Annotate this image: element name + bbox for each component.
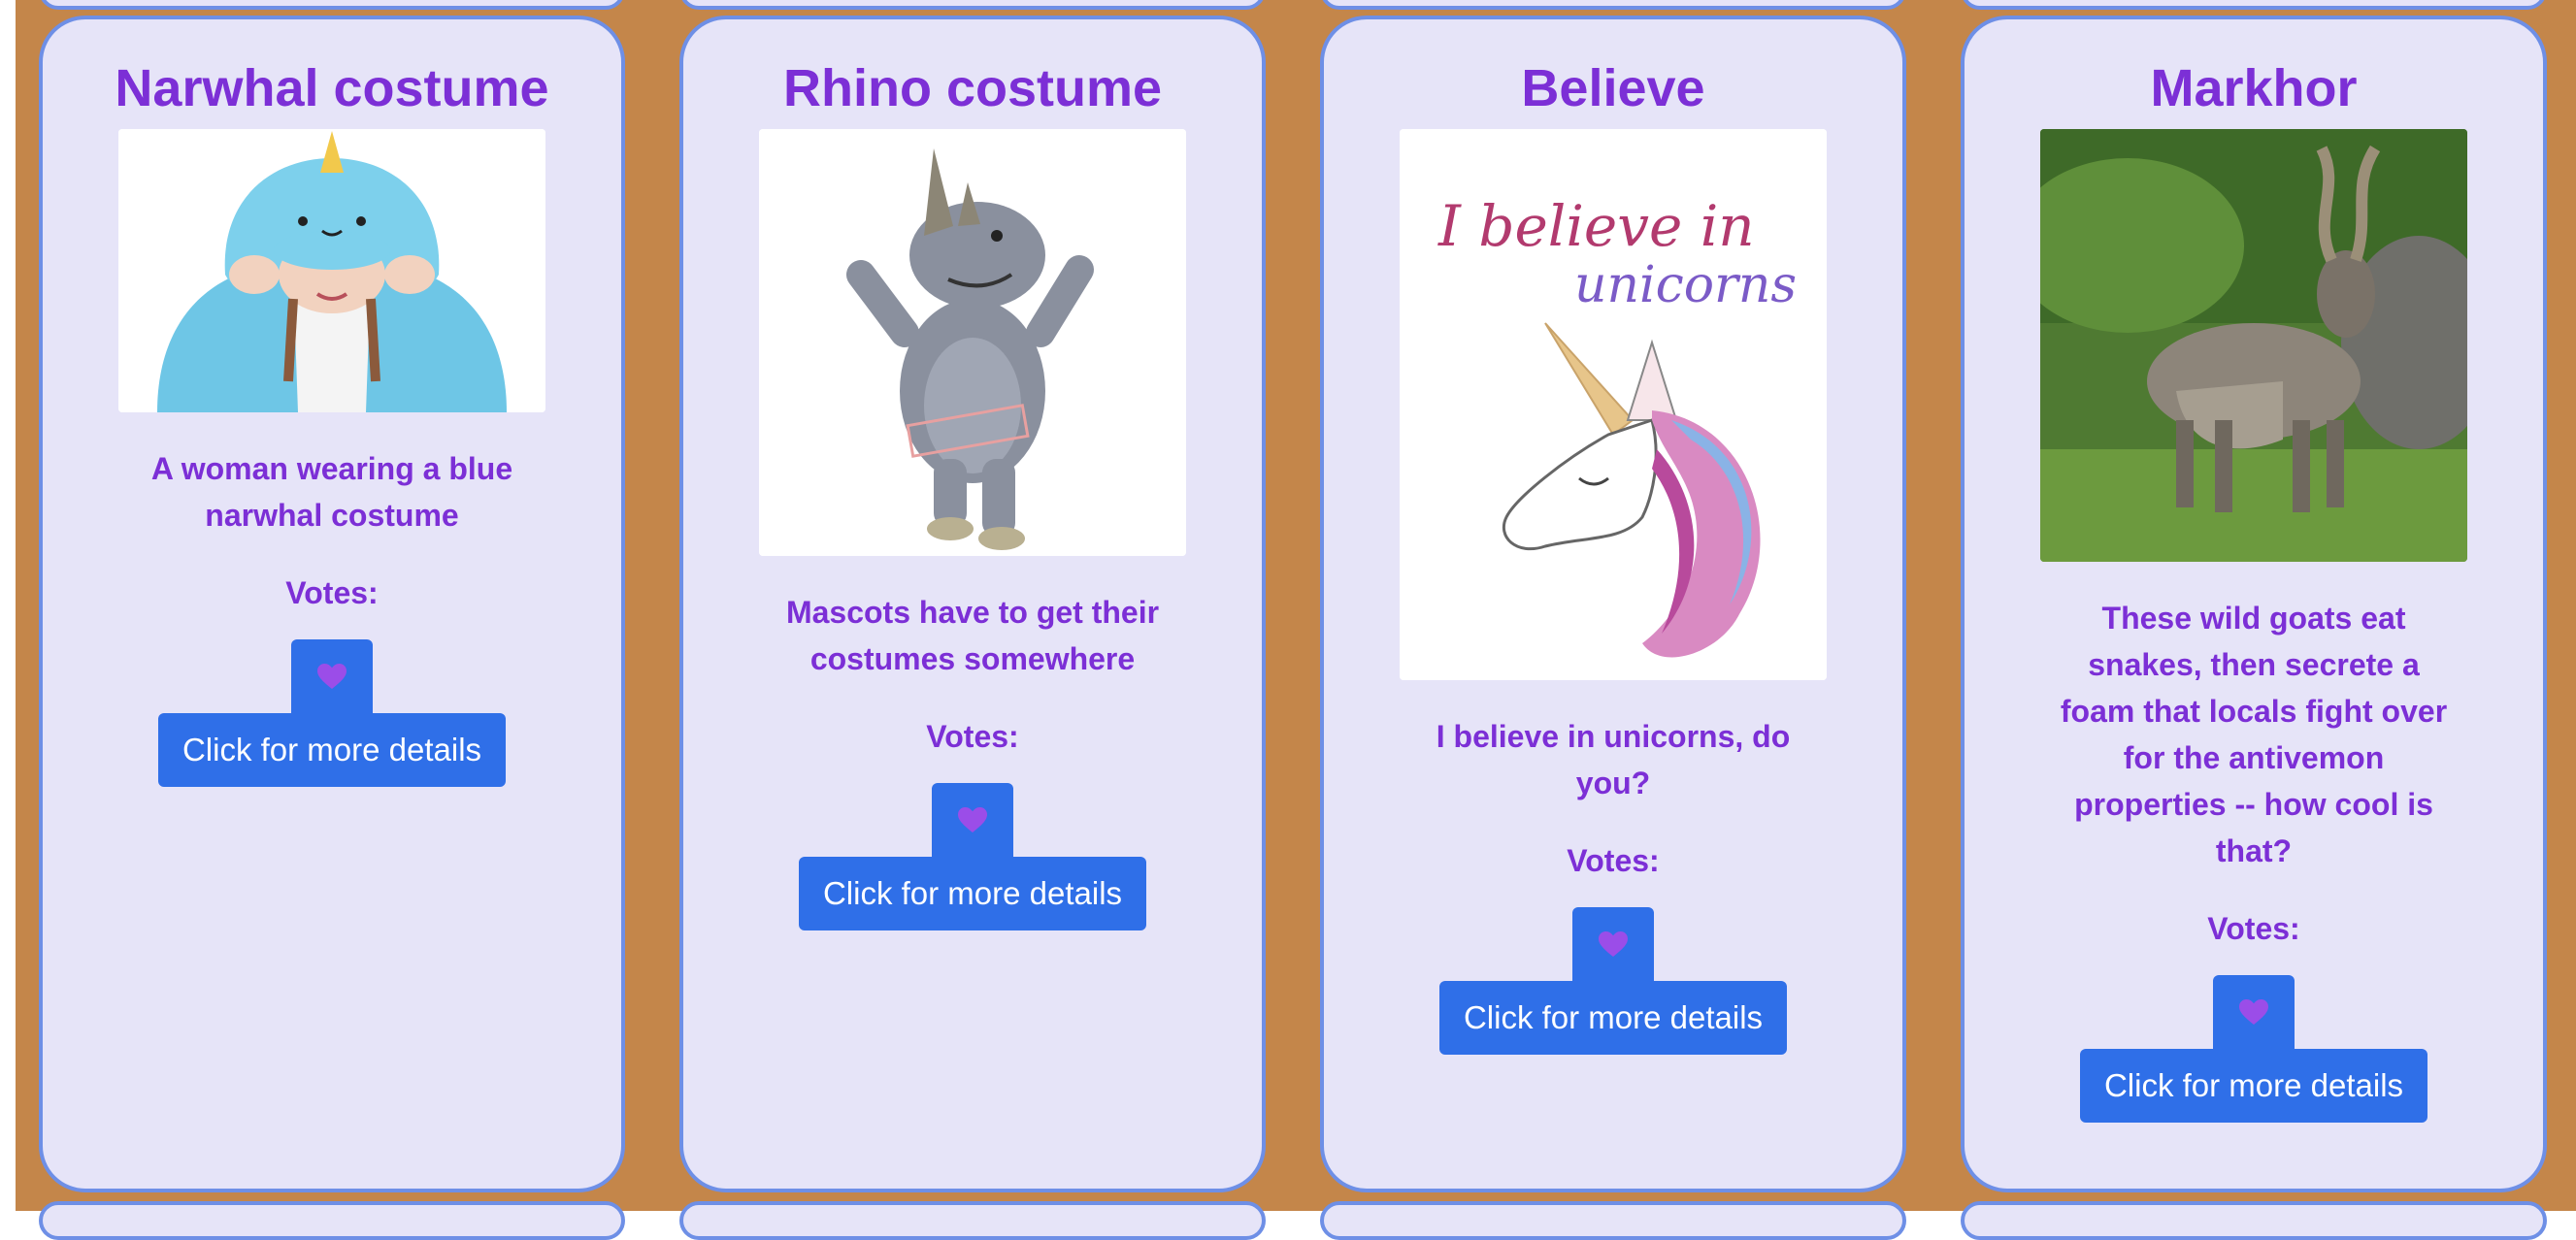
card-partial-bottom bbox=[1961, 1201, 2547, 1240]
card-description: Mascots have to get their costumes somew… bbox=[785, 595, 1160, 676]
card-believe: Believe I believe in unicorns I believe … bbox=[1320, 16, 1906, 1192]
card-rhino: Rhino costume Mascots have to get their … bbox=[679, 16, 1266, 1192]
card-partial-bottom bbox=[39, 1201, 625, 1240]
svg-text:I believe in: I believe in bbox=[1437, 193, 1755, 259]
card-description: A woman wearing a blue narwhal costume bbox=[150, 451, 513, 533]
card-description: I believe in unicorns, do you? bbox=[1436, 719, 1791, 800]
markhor-goat-photo bbox=[2040, 129, 2467, 562]
purple-heart-icon bbox=[317, 664, 347, 689]
card-title: Narwhal costume bbox=[115, 59, 549, 117]
card-title: Markhor bbox=[2150, 59, 2358, 117]
card-markhor: Markhor These wild goats eat snakes, the… bbox=[1961, 16, 2547, 1192]
votes-label: Votes: bbox=[2207, 911, 2300, 946]
details-button[interactable]: Click for more details bbox=[799, 857, 1146, 930]
vote-button[interactable] bbox=[2213, 975, 2295, 1049]
votes-label: Votes: bbox=[285, 575, 379, 610]
purple-heart-icon bbox=[958, 807, 987, 832]
details-button[interactable]: Click for more details bbox=[158, 713, 506, 787]
narwhal-costume-photo bbox=[118, 129, 545, 412]
gallery-board: Narwhal costume A woman wearing a blue n… bbox=[16, 0, 2576, 1240]
card-title: Rhino costume bbox=[782, 59, 1163, 117]
card-partial-bottom bbox=[1320, 1201, 1906, 1240]
vote-button[interactable] bbox=[291, 639, 373, 713]
card-partial-bottom bbox=[679, 1201, 1266, 1240]
vote-button[interactable] bbox=[932, 783, 1013, 857]
purple-heart-icon bbox=[1599, 931, 1628, 957]
unicorn-illustration: I believe in unicorns bbox=[1400, 129, 1827, 680]
rhino-mascot-photo bbox=[759, 129, 1186, 556]
votes-label: Votes: bbox=[926, 719, 1019, 754]
details-button[interactable]: Click for more details bbox=[1439, 981, 1787, 1055]
card-partial-top bbox=[39, 0, 625, 10]
details-button[interactable]: Click for more details bbox=[2080, 1049, 2427, 1123]
card-partial-top bbox=[679, 0, 1266, 10]
card-narwhal: Narwhal costume A woman wearing a blue n… bbox=[39, 16, 625, 1192]
svg-text:unicorns: unicorns bbox=[1574, 256, 1797, 314]
card-partial-top bbox=[1320, 0, 1906, 10]
card-description: These wild goats eat snakes, then secret… bbox=[2060, 601, 2448, 868]
votes-label: Votes: bbox=[1567, 843, 1660, 878]
purple-heart-icon bbox=[2239, 999, 2268, 1025]
card-partial-top bbox=[1961, 0, 2547, 10]
vote-button[interactable] bbox=[1572, 907, 1654, 981]
card-title: Believe bbox=[1521, 59, 1705, 117]
